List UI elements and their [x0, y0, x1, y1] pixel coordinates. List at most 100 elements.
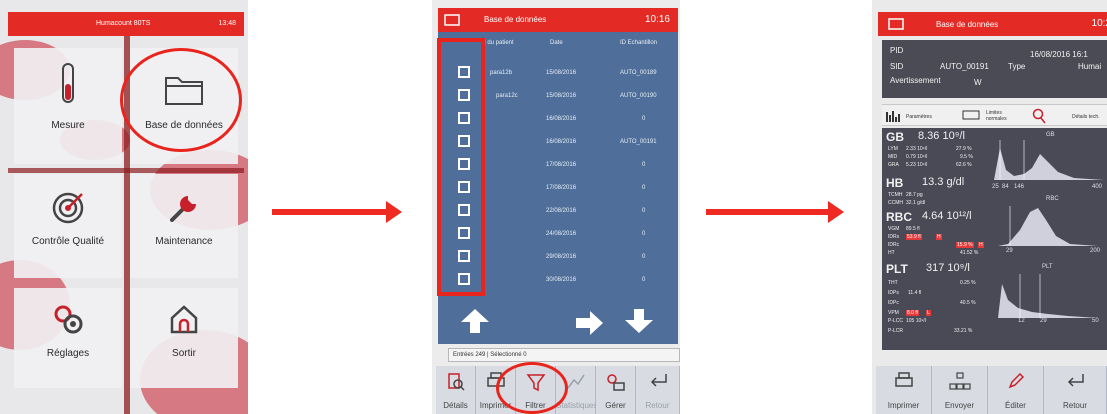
wbc-axis-tick: 25 — [992, 184, 999, 190]
measure-label: Mesure — [51, 120, 85, 131]
date-cell: 16/08/2016 — [546, 116, 577, 122]
title-bar: Base de données 10:16 — [438, 8, 678, 32]
column-header-patient: I du patient — [484, 40, 514, 46]
idrc-value: 15.9 % — [956, 242, 974, 248]
date-cell: 15/08/2016 — [546, 70, 577, 76]
ccmh-value: 32.1 g/dl — [906, 200, 926, 206]
ruler-icon[interactable] — [962, 109, 980, 121]
back-label: Retour — [645, 401, 670, 410]
exit-tile[interactable]: Sortir — [130, 288, 238, 388]
vpm-flag: L — [926, 310, 931, 316]
patient-cell: para12b — [490, 70, 513, 76]
device-title: Humacount 80TS — [96, 20, 151, 27]
ht-value: 41.52 % — [960, 250, 979, 256]
sample-cell: 0 — [642, 231, 646, 237]
clock: 13:48 — [218, 20, 236, 27]
wbc-axis-tick: 84 — [1002, 184, 1009, 190]
return-icon — [1067, 374, 1084, 387]
lym-label: LYM — [888, 146, 898, 152]
tht-label: THT — [888, 280, 898, 286]
wbc-name: GB — [886, 130, 904, 144]
date-cell: 17/08/2016 — [546, 185, 577, 191]
results-tabs: Paramètres Limites normales Détails tech… — [882, 104, 1107, 126]
rbc-value: 4.64 10¹²/l — [922, 210, 972, 222]
tab-technical-details[interactable]: Détails tech. — [1072, 114, 1100, 120]
main-menu-screen: Humacount 80TS 13:48 Mesure Base de donn… — [0, 0, 248, 414]
folder-icon — [444, 14, 460, 26]
sample-info-panel: PID 16/08/2016 16:1 SID AUTO_00191 Type … — [882, 40, 1107, 98]
rbc-name: RBC — [886, 210, 912, 224]
date-cell: 24/08/2016 — [546, 231, 577, 237]
plcc-label: P-LCC — [888, 318, 904, 324]
send-label: Envoyer — [944, 401, 975, 410]
idrs-label: IDRs — [888, 234, 900, 240]
wbc-histogram — [994, 140, 1104, 180]
send-button[interactable]: Envoyer — [932, 366, 988, 414]
magnifier-icon[interactable] — [1032, 108, 1046, 124]
back-button[interactable]: Retour — [636, 366, 680, 414]
mid-label: MID — [888, 154, 898, 160]
settings-label: Réglages — [46, 348, 90, 359]
plcr-value: 33.21 % — [954, 328, 973, 334]
pid-label: PID — [890, 46, 904, 55]
warning-label: Avertissement — [890, 76, 941, 85]
quality-control-tile[interactable]: Contrôle Qualité — [14, 174, 122, 278]
tab-parameters[interactable]: Paramètres — [906, 114, 932, 120]
idrs-value: 53.9 fl — [906, 234, 922, 240]
idpc-value: 40.5 % — [960, 300, 976, 306]
back-button[interactable]: Retour — [1044, 366, 1107, 414]
rbc-histogram-label: RBC — [1046, 196, 1059, 202]
rbc-axis-tick: 200 — [1090, 248, 1101, 254]
manage-label: Gérer — [605, 401, 626, 410]
gra-value: 5.23 10⁹/l — [906, 162, 928, 168]
sample-cell: 0 — [642, 116, 646, 122]
sample-cell: AUTO_00190 — [620, 93, 657, 99]
results-screen: Base de données 10:2 PID 16/08/2016 16:1… — [872, 0, 1107, 414]
target-icon — [52, 192, 84, 224]
ht-label: HT — [888, 250, 895, 256]
settings-tile[interactable]: Réglages — [14, 288, 122, 388]
sample-cell: 0 — [642, 254, 646, 260]
rbc-axis-tick: 29 — [1006, 248, 1013, 254]
print-button[interactable]: Imprimer — [876, 366, 932, 414]
vpm-value: 8.0 fl — [906, 310, 919, 316]
date-cell: 30/08/2016 — [546, 277, 577, 283]
plt-histogram — [998, 274, 1098, 318]
date-cell: 15/08/2016 — [546, 93, 577, 99]
arrow-up-icon[interactable] — [460, 308, 490, 334]
screen-title: Base de données — [936, 20, 999, 29]
manage-button[interactable]: Gérer — [596, 366, 636, 414]
vgm-value: 89.5 fl — [906, 226, 920, 232]
arrow-down-icon[interactable] — [624, 308, 654, 334]
sample-cell: AUTO_00189 — [620, 70, 657, 76]
idpc-label: IDPc — [888, 300, 899, 306]
details-button[interactable]: Détails — [436, 366, 476, 414]
background-cross — [8, 168, 244, 173]
results-panel: GB 8.36 10⁹/l LYM 2.33 10⁹/l 27.9 % MID … — [882, 128, 1107, 350]
sample-cell: 0 — [642, 208, 646, 214]
column-header-date: Date — [550, 40, 563, 46]
tab-normal-limits[interactable]: Limites normales — [986, 110, 1016, 122]
flow-arrow-2 — [706, 201, 844, 223]
sid-label: SID — [890, 62, 904, 71]
date-cell: 29/08/2016 — [546, 254, 577, 260]
maintenance-tile[interactable]: Maintenance — [130, 174, 238, 278]
wbc-axis-tick: 400 — [1092, 184, 1103, 190]
clock: 10:16 — [644, 14, 670, 25]
edit-button[interactable]: Éditer — [988, 366, 1044, 414]
maintenance-label: Maintenance — [155, 236, 213, 247]
date-cell: 22/08/2016 — [546, 208, 577, 214]
idrc-flag: H — [978, 242, 984, 248]
arrow-right-icon[interactable] — [574, 310, 604, 336]
tcmh-value: 28.7 pg — [906, 192, 923, 198]
pencil-icon — [1008, 372, 1024, 389]
lym-value: 2.33 10⁹/l — [906, 146, 928, 152]
measure-tile[interactable]: Mesure — [14, 48, 122, 164]
magnifier-icon — [447, 373, 465, 391]
sample-cell: AUTO_00191 — [620, 139, 657, 145]
tht-value: 0.25 % — [960, 280, 976, 286]
histogram-icon[interactable] — [886, 109, 902, 123]
sid-value: AUTO_00191 — [940, 62, 989, 71]
wbc-axis-tick: 146 — [1014, 184, 1025, 190]
plt-name: PLT — [886, 262, 908, 276]
